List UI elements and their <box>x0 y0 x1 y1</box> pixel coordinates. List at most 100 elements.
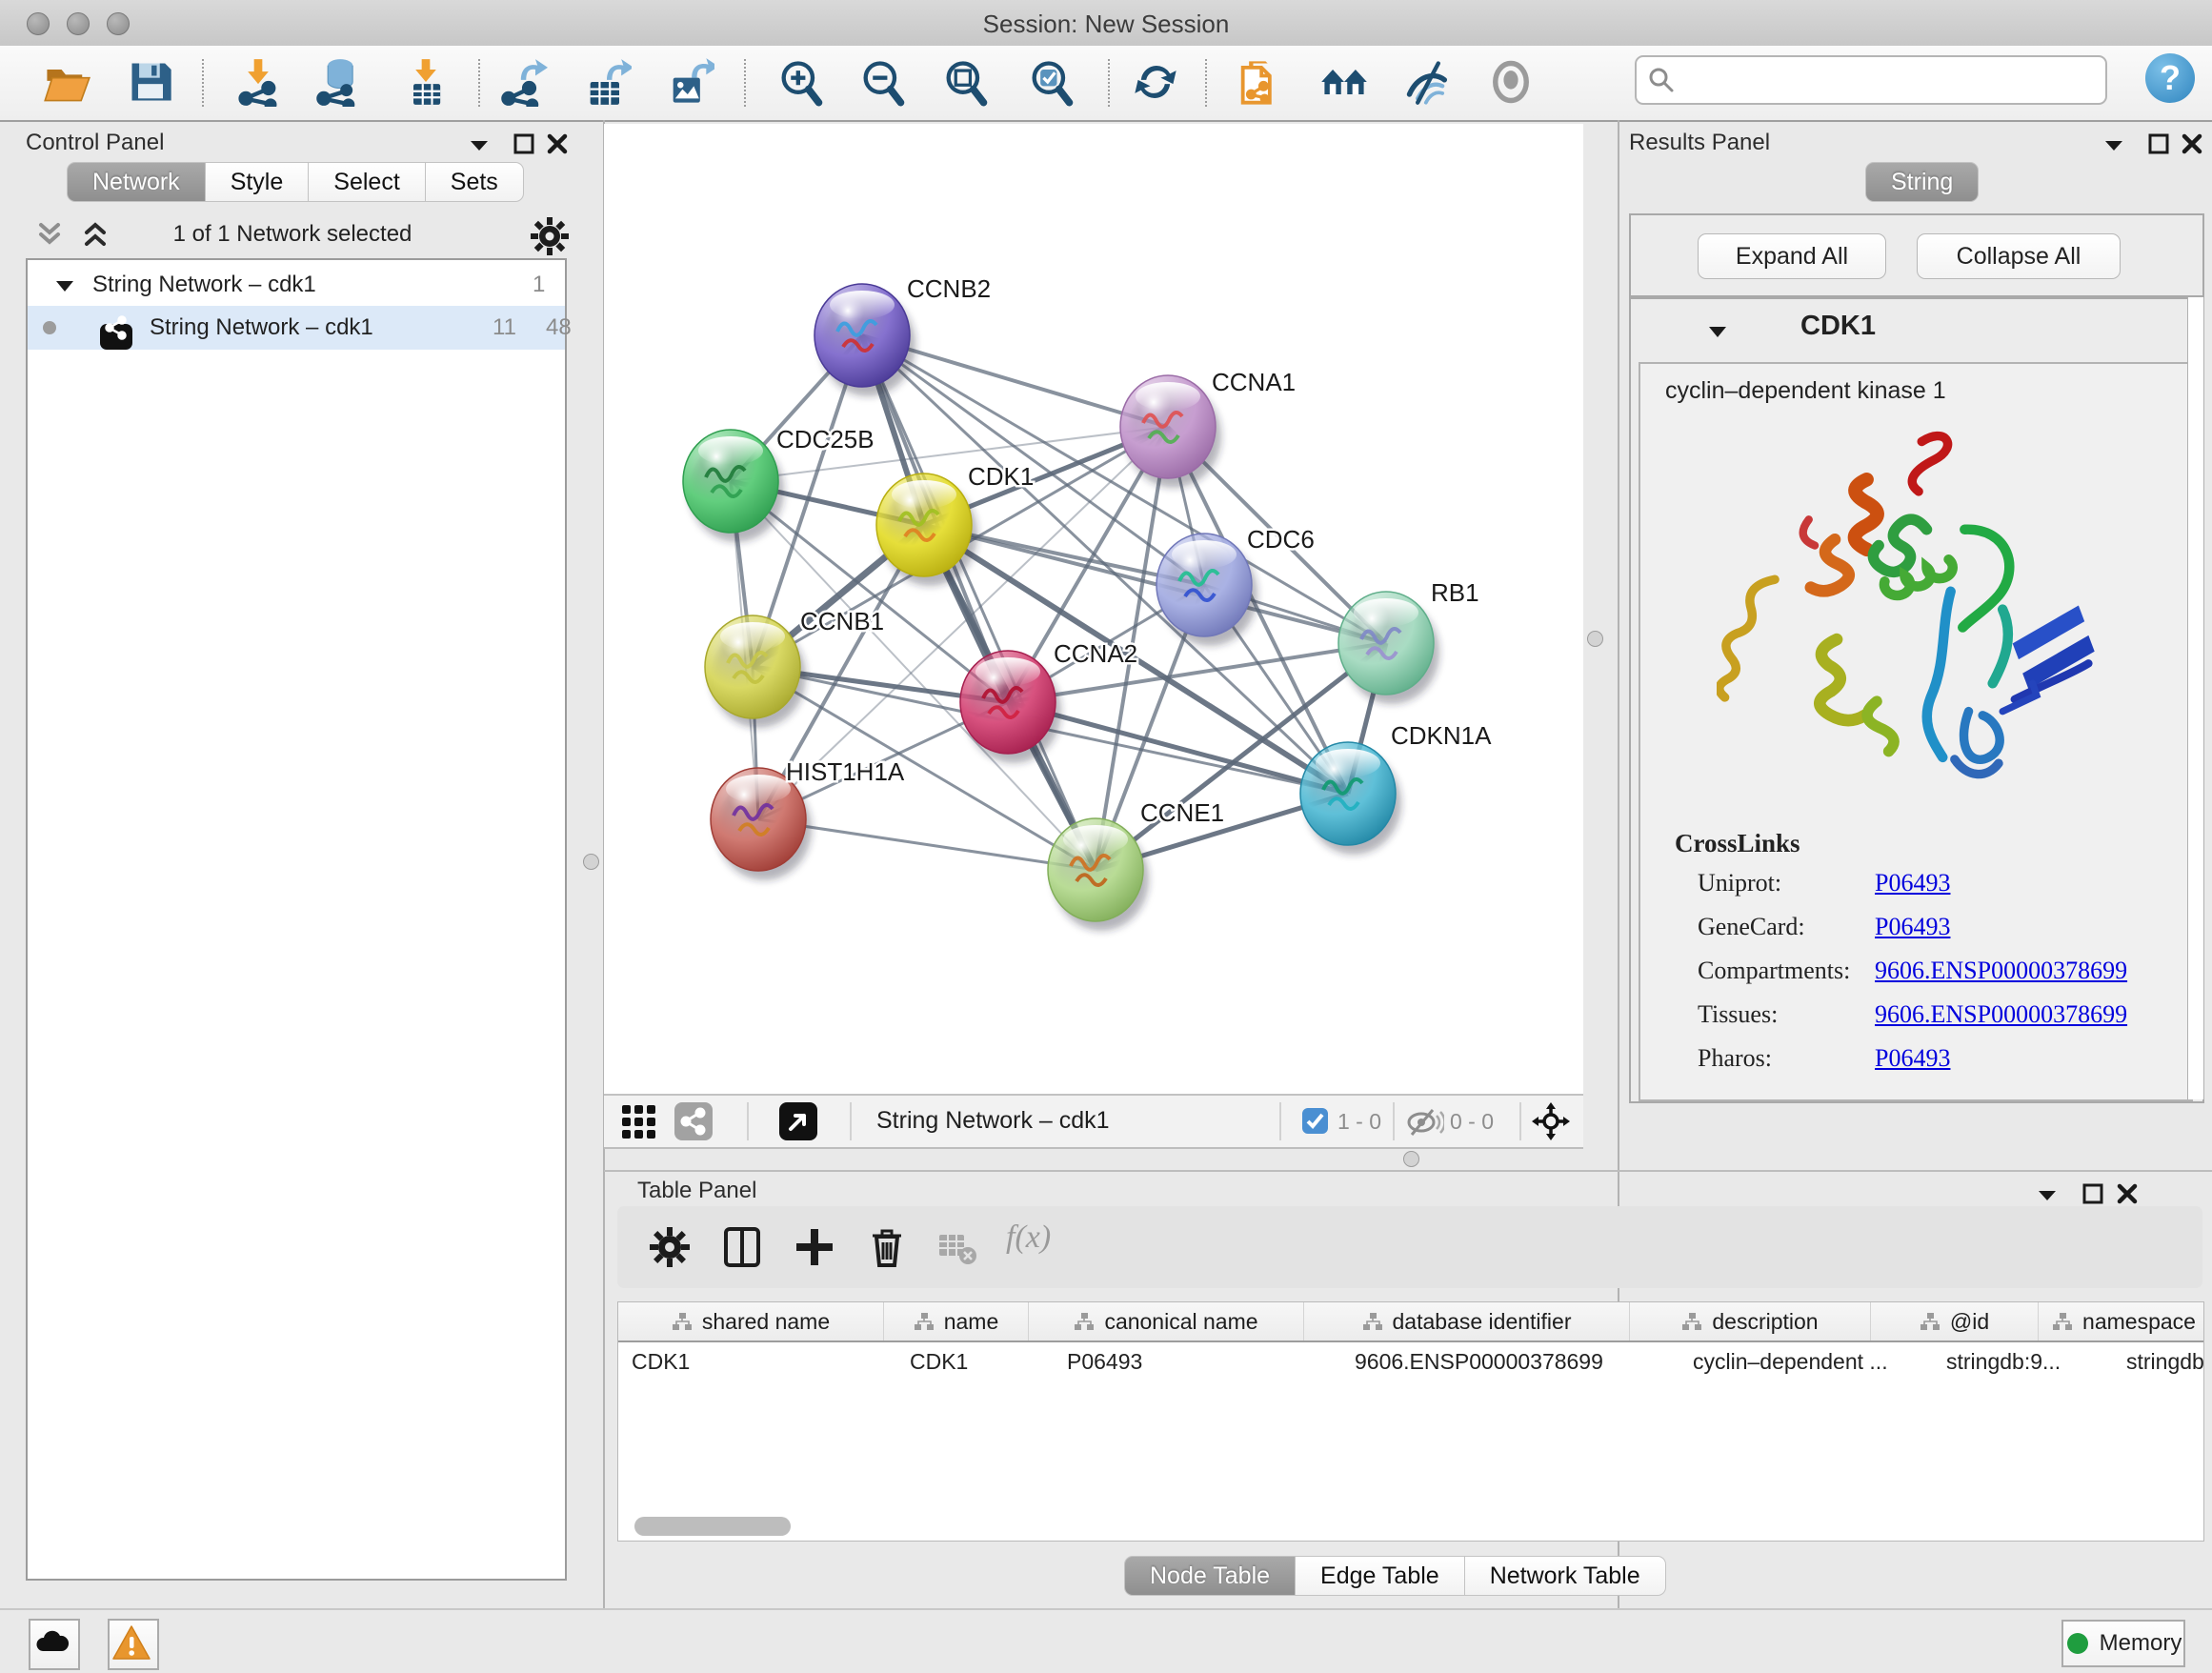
table-panel-float-icon[interactable] <box>2081 1181 2105 1206</box>
network-edge-CCNB2-CCNE1[interactable] <box>862 335 1096 870</box>
search-field[interactable] <box>1635 55 2107 105</box>
selected-nodes-checkbox[interactable] <box>1302 1108 1328 1134</box>
tab-node-table[interactable]: Node Table <box>1124 1556 1296 1596</box>
string-view-icon[interactable] <box>674 1102 713 1140</box>
crosslink-value-link[interactable]: P06493 <box>1875 913 1950 941</box>
table-panel-close-icon[interactable] <box>2115 1181 2140 1206</box>
results-panel-float-icon[interactable] <box>2146 131 2171 156</box>
save-session-icon[interactable] <box>126 57 175 107</box>
column-header-@id[interactable]: @id <box>1871 1302 2039 1340</box>
control-panel: Control Panel NetworkStyleSelectSets 1 o… <box>0 120 605 1608</box>
table-options-gear-icon[interactable] <box>646 1223 694 1271</box>
zoom-selected-icon[interactable] <box>1026 57 1076 107</box>
table-cell[interactable]: 9606.ENSP00000378699 <box>1341 1342 1679 1381</box>
grid-view-icon[interactable] <box>621 1104 657 1139</box>
crosslink-value-link[interactable]: P06493 <box>1875 869 1950 897</box>
control-panel-close-icon[interactable] <box>545 131 570 156</box>
network-node-RB1[interactable] <box>1338 592 1439 704</box>
tab-sets[interactable]: Sets <box>426 162 524 202</box>
control-panel-collapse-icon[interactable] <box>465 133 493 156</box>
tree-expander-icon[interactable] <box>52 275 77 296</box>
network-node-CCNE1[interactable] <box>1048 818 1149 931</box>
network-canvas[interactable]: CCNB2CCNA1CDC25BCDK1CDC6RB1CCNB1CCNA2CDK… <box>604 124 1583 1094</box>
column-header-database-identifier[interactable]: database identifier <box>1304 1302 1630 1340</box>
add-column-icon[interactable] <box>791 1223 838 1271</box>
column-header-namespace[interactable]: namespace <box>2039 1302 2204 1340</box>
zoom-in-icon[interactable] <box>775 57 825 107</box>
birds-eye-view-icon[interactable] <box>779 1102 817 1140</box>
zoom-fit-icon[interactable] <box>940 57 990 107</box>
delete-column-icon[interactable] <box>863 1223 911 1271</box>
collapse-all-icon[interactable] <box>33 221 66 250</box>
results-panel-close-icon[interactable] <box>2180 131 2204 156</box>
vertical-splitter-handle-right[interactable] <box>1587 631 1603 647</box>
zoom-out-icon[interactable] <box>857 57 907 107</box>
tab-network[interactable]: Network <box>67 162 206 202</box>
gene-expander-icon[interactable] <box>1703 320 1732 343</box>
table-cell[interactable]: P06493 <box>1054 1342 1341 1381</box>
cloud-button[interactable] <box>29 1619 80 1670</box>
network-edge-CDK1-RB1[interactable] <box>924 525 1386 643</box>
network-node-CCNA1[interactable] <box>1120 375 1221 488</box>
network-node-CCNA2[interactable] <box>960 651 1061 763</box>
table-cell[interactable]: stringdb <box>2113 1342 2204 1381</box>
column-header-description[interactable]: description <box>1630 1302 1871 1340</box>
expand-all-button[interactable]: Expand All <box>1698 233 1886 279</box>
import-network-icon[interactable] <box>233 57 283 107</box>
title-bar: Session: New Session <box>0 0 2212 47</box>
collapse-all-button[interactable]: Collapse All <box>1917 233 2121 279</box>
tab-network-table[interactable]: Network Table <box>1465 1556 1666 1596</box>
export-table-icon[interactable] <box>582 57 632 107</box>
tab-select[interactable]: Select <box>309 162 425 202</box>
open-session-icon[interactable] <box>42 57 91 107</box>
network-node-CDC25B[interactable] <box>683 430 784 542</box>
network-node-CDKN1A[interactable] <box>1300 742 1401 855</box>
column-header-canonical-name[interactable]: canonical name <box>1029 1302 1304 1340</box>
network-node-CCNB2[interactable] <box>814 284 915 396</box>
table-cell[interactable]: CDK1 <box>618 1342 896 1381</box>
table-panel-collapse-icon[interactable] <box>2033 1183 2061 1206</box>
hide-unselected-icon[interactable] <box>1403 57 1453 107</box>
network-collection-row[interactable]: String Network – cdk1 1 <box>28 268 565 304</box>
table-header-row: shared namenamecanonical namedatabase id… <box>618 1302 2204 1342</box>
column-header-shared-name[interactable]: shared name <box>618 1302 884 1340</box>
table-cell[interactable]: cyclin–dependent ... <box>1679 1342 1933 1381</box>
refresh-icon[interactable] <box>1131 57 1180 107</box>
expand-all-icon[interactable] <box>79 221 111 250</box>
column-header-name[interactable]: name <box>884 1302 1029 1340</box>
help-button[interactable]: ? <box>2145 53 2195 103</box>
string-import-icon[interactable] <box>1235 57 1284 107</box>
edge-count: 48 <box>546 314 572 341</box>
show-columns-icon[interactable] <box>718 1223 766 1271</box>
export-image-icon[interactable] <box>665 57 714 107</box>
pan-crosshair-icon[interactable] <box>1530 1100 1572 1142</box>
vertical-splitter-handle-left[interactable] <box>583 854 599 870</box>
network-options-gear-icon[interactable] <box>529 215 571 257</box>
control-panel-float-icon[interactable] <box>512 131 536 156</box>
table-cell[interactable]: CDK1 <box>896 1342 1054 1381</box>
horizontal-splitter-handle[interactable] <box>1403 1151 1419 1167</box>
tab-style[interactable]: Style <box>206 162 310 202</box>
table-row[interactable]: CDK1CDK1P064939606.ENSP00000378699cyclin… <box>618 1342 2204 1381</box>
warnings-button[interactable] <box>108 1619 159 1670</box>
import-table-icon[interactable] <box>401 57 451 107</box>
import-database-icon[interactable] <box>313 57 363 107</box>
toolbar-separator <box>1108 59 1110 107</box>
memory-button[interactable]: Memory <box>2061 1620 2185 1667</box>
tab-edge-table[interactable]: Edge Table <box>1296 1556 1465 1596</box>
network-row-selected[interactable]: String Network – cdk1 11 48 <box>28 306 565 350</box>
crosslink-value-link[interactable]: 9606.ENSP00000378699 <box>1875 1000 2127 1029</box>
home-icon[interactable] <box>1319 57 1369 107</box>
table-cell[interactable]: stringdb:9... <box>1933 1342 2113 1381</box>
network-node-CDK1[interactable] <box>876 474 977 586</box>
results-panel-collapse-icon[interactable] <box>2100 133 2128 156</box>
crosslink-value-link[interactable]: 9606.ENSP00000378699 <box>1875 957 2127 985</box>
results-scrollbar-track[interactable] <box>2187 297 2204 1099</box>
crosslink-value-link[interactable]: P06493 <box>1875 1044 1950 1073</box>
tab-string[interactable]: String <box>1865 162 1979 202</box>
toolbar-separator <box>202 59 204 107</box>
search-input[interactable] <box>1682 61 2096 97</box>
table-horizontal-scrollbar[interactable] <box>634 1517 791 1536</box>
show-all-icon[interactable] <box>1486 57 1536 107</box>
export-network-icon[interactable] <box>498 57 548 107</box>
